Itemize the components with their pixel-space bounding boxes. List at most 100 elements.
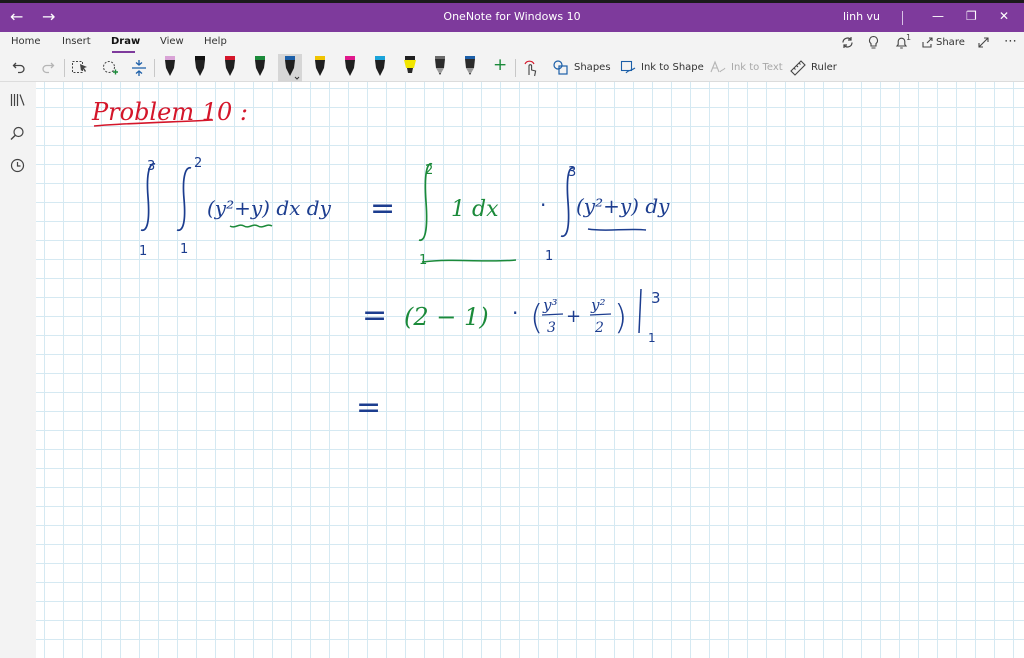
lightbulb-icon[interactable] [867, 35, 880, 51]
cube-denominator: 3 [547, 320, 556, 336]
pen-icon [225, 56, 235, 76]
share-button[interactable]: Share [936, 37, 965, 48]
inner-upper-limit: 2 [194, 156, 202, 171]
notification-count: 1 [906, 33, 912, 42]
insert-space-icon[interactable] [131, 59, 147, 77]
redo-icon[interactable] [41, 60, 55, 74]
pen-pen-5[interactable] [278, 54, 302, 82]
tab-draw[interactable]: Draw [111, 36, 140, 47]
undo-icon[interactable] [12, 60, 26, 74]
active-tab-indicator [112, 51, 135, 53]
restore-icon[interactable]: ❐ [966, 9, 977, 23]
ink-to-shape-button[interactable]: Ink to Shape [641, 62, 704, 73]
cube-numerator: y³ [542, 296, 558, 314]
tab-help[interactable]: Help [204, 36, 227, 47]
title-bar: ← → OneNote for Windows 10 linh vu — ❐ ✕ [0, 0, 1024, 32]
toolbar-separator [515, 59, 516, 77]
tab-home[interactable]: Home [11, 36, 41, 47]
pencil-icon [435, 56, 445, 75]
outer-lower-limit: 1 [139, 244, 147, 259]
minimize-icon[interactable]: — [932, 9, 944, 23]
pen-pen-2[interactable] [188, 54, 212, 82]
outer-upper-limit: 3 [147, 159, 155, 174]
dy-underline [587, 228, 647, 231]
inner-lower-limit: 1 [180, 242, 188, 257]
navigation-sidebar [0, 82, 36, 658]
pen-pen-4[interactable] [248, 54, 272, 82]
ink-to-text-icon[interactable] [710, 60, 726, 75]
lasso-select-icon[interactable] [71, 59, 89, 76]
plus-sign: + [566, 306, 581, 327]
equals-line-2: = [362, 298, 387, 333]
pen-pencil-10[interactable] [428, 54, 452, 82]
dy-lower-limit: 1 [545, 249, 553, 264]
first-factor: (2 − 1) [404, 303, 489, 331]
tab-insert[interactable]: Insert [62, 36, 91, 47]
pen-icon [165, 56, 175, 76]
pen-highlighter-9[interactable] [398, 54, 422, 82]
dy-integrand: (y²+y) dy [576, 194, 670, 218]
square-fraction-bar [589, 313, 612, 316]
pen-icon [285, 56, 300, 80]
shapes-button[interactable]: Shapes [574, 62, 611, 73]
user-name[interactable]: linh vu [843, 10, 880, 23]
square-denominator: 2 [594, 320, 604, 336]
highlighter-icon [404, 56, 416, 73]
ink-to-text-button[interactable]: Ink to Text [731, 62, 783, 73]
add-pen-icon[interactable]: + [493, 57, 507, 74]
toolbar-separator [64, 59, 65, 77]
add-space-lasso-icon[interactable] [101, 59, 119, 77]
equals-line-3: = [356, 390, 381, 425]
dx-upper-limit: 2 [425, 163, 433, 178]
pen-icon [315, 56, 325, 76]
toolbar-separator [154, 59, 155, 77]
touch-draw-icon[interactable] [523, 59, 539, 77]
equals-line-1: = [370, 191, 395, 226]
sync-icon[interactable] [840, 35, 855, 50]
pen-icon [255, 56, 265, 76]
search-icon[interactable] [10, 126, 25, 141]
multiply-dot-line-2: · [512, 301, 518, 325]
pen-pen-6[interactable] [308, 54, 332, 82]
pen-pen-3[interactable] [218, 54, 242, 82]
dx-lower-limit: 1 [419, 253, 427, 268]
ink-to-shape-icon[interactable] [620, 60, 636, 75]
pen-icon [345, 56, 355, 76]
integrand-underline [229, 224, 273, 228]
ruler-button[interactable]: Ruler [811, 62, 837, 73]
pen-pencil-11[interactable] [458, 54, 482, 82]
pen-pen-8[interactable] [368, 54, 392, 82]
tab-view[interactable]: View [160, 36, 184, 47]
left-integrand: (y²+y) dx dy [207, 196, 332, 220]
evaluation-bar [638, 288, 642, 334]
pen-icon [195, 56, 205, 76]
dx-underline [421, 259, 517, 263]
share-icon[interactable] [921, 36, 934, 49]
ribbon-tabs: Home Insert Draw View Help 1 Share ⋯ [0, 32, 1024, 54]
more-options-icon[interactable]: ⋯ [1004, 34, 1017, 49]
pen-icon [375, 56, 385, 76]
ink-layer: Problem 10 : 3 1 2 1 (y²+y) dx dy = 2 1 … [91, 98, 670, 425]
page-canvas[interactable]: Problem 10 : 3 1 2 1 (y²+y) dx dy = 2 1 … [36, 82, 1024, 658]
title-separator [902, 11, 903, 25]
eval-lower-limit: 1 [648, 331, 656, 345]
pencil-icon [465, 56, 475, 75]
cube-fraction-bar [541, 313, 564, 316]
notebooks-icon[interactable] [10, 93, 26, 107]
pen-pen-7[interactable] [338, 54, 362, 82]
multiply-dot-line-1: · [540, 193, 546, 217]
shapes-icon[interactable] [553, 60, 568, 75]
close-icon[interactable]: ✕ [999, 9, 1009, 23]
eval-upper-limit: 3 [651, 289, 661, 307]
pen-pen-1[interactable] [158, 54, 182, 82]
fullscreen-icon[interactable] [977, 36, 990, 49]
close-paren: ) [614, 298, 627, 338]
ruler-icon[interactable] [790, 60, 806, 76]
recent-icon[interactable] [10, 158, 25, 173]
draw-toolbar: + Shapes Ink to Shape Ink to Text Ruler [0, 54, 1024, 82]
integral-sign-inner [176, 166, 192, 232]
open-paren: ( [530, 298, 543, 338]
square-numerator: y² [590, 296, 606, 314]
dy-upper-limit: 3 [568, 165, 576, 180]
dx-integrand: 1 dx [451, 197, 499, 222]
